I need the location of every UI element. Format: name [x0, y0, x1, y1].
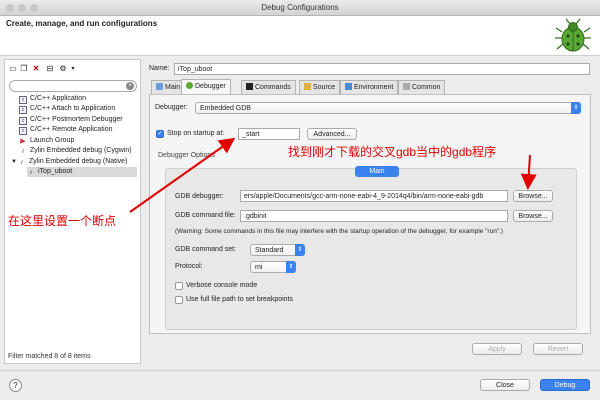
help-icon[interactable]: ? — [9, 379, 22, 392]
arrow-to-stop-on-startup — [129, 137, 236, 213]
arrow-to-browse — [520, 154, 537, 190]
annotation-arrows — [129, 137, 537, 213]
debug-button[interactable]: Debug — [540, 379, 590, 391]
close-button[interactable]: Close — [480, 379, 530, 391]
dialog-footer: ? Close Debug — [0, 370, 600, 400]
